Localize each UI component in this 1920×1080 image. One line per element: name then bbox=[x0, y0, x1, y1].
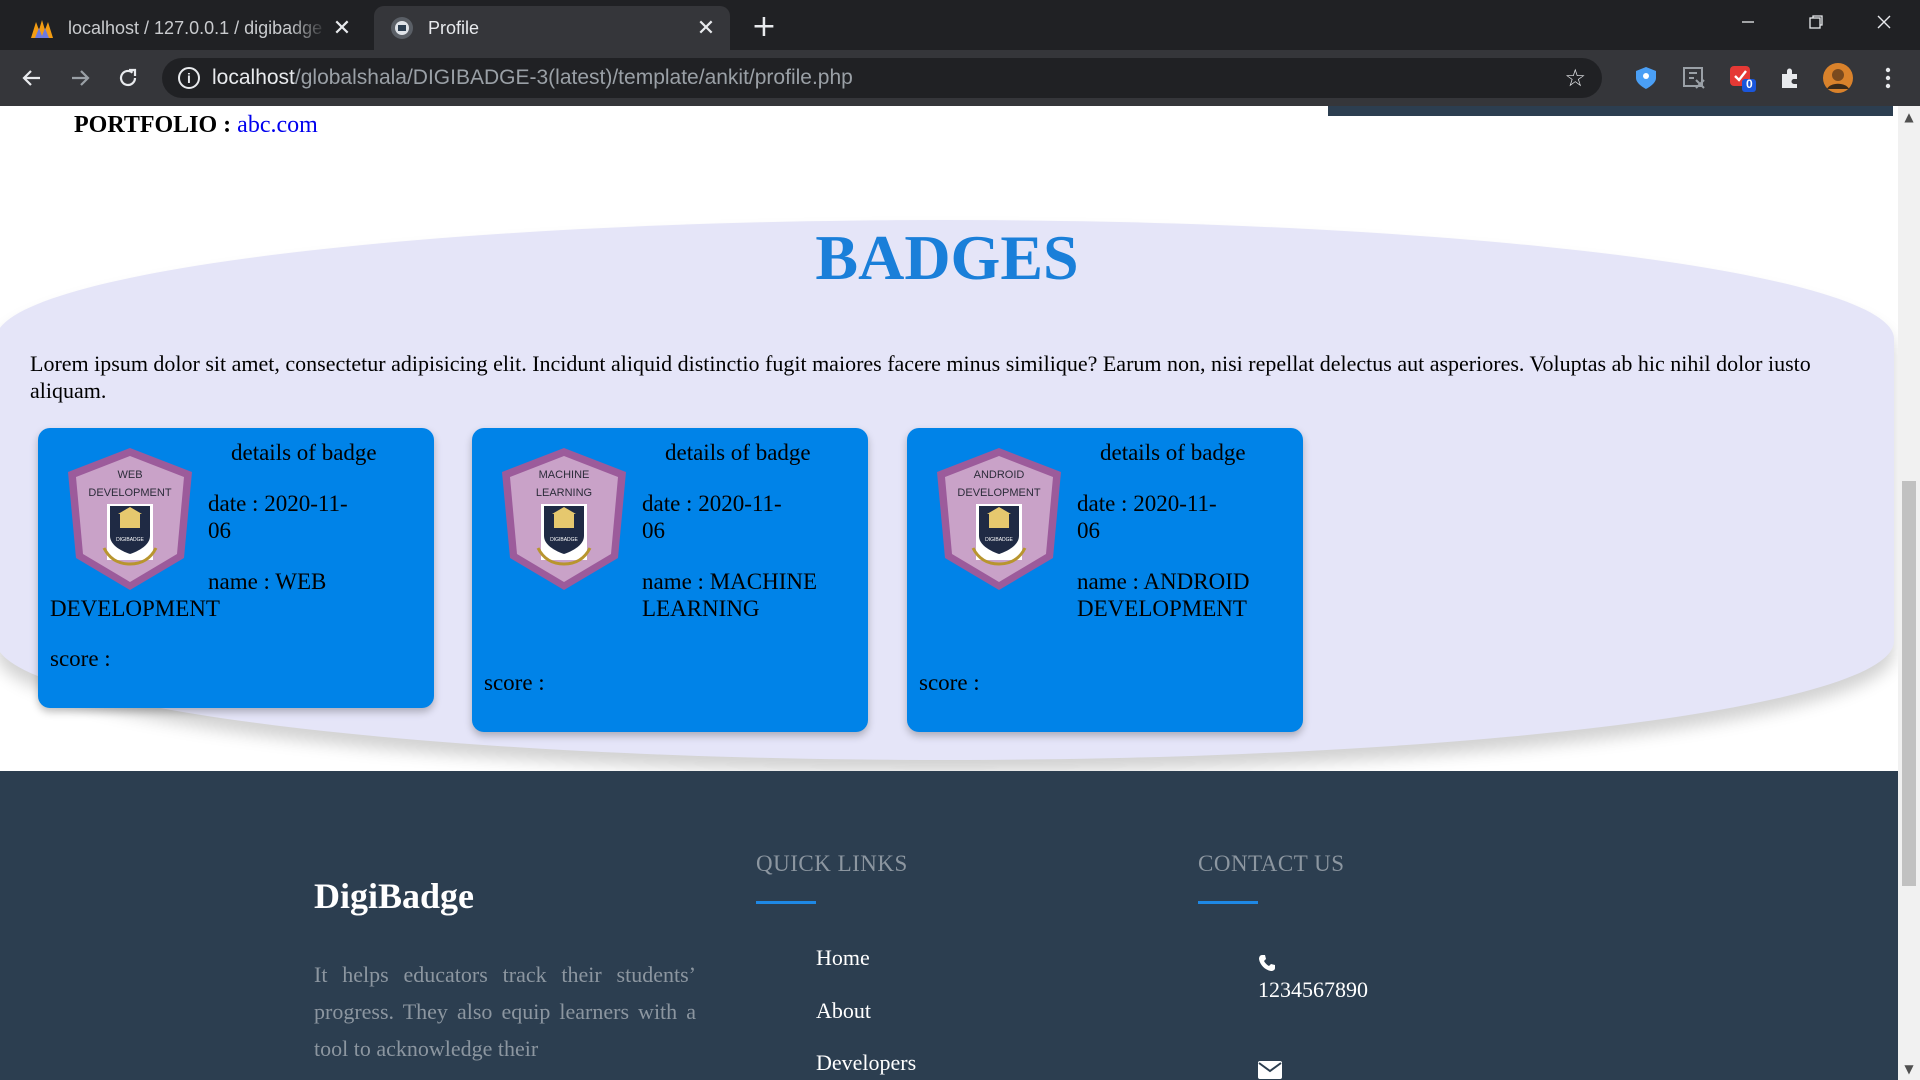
badge-name: name : MACHINE LEARNING bbox=[642, 569, 818, 621]
extension-grey[interactable] bbox=[1678, 62, 1710, 94]
emblem-line1: MACHINE bbox=[539, 469, 590, 481]
portfolio-link[interactable]: abc.com bbox=[237, 112, 318, 138]
tab-profile[interactable]: Profile ✕ bbox=[374, 6, 730, 50]
minimize-icon bbox=[1742, 21, 1754, 23]
envelope-icon bbox=[1258, 1061, 1282, 1079]
reload-button[interactable] bbox=[110, 60, 146, 96]
emblem-line1: WEB bbox=[117, 469, 142, 481]
close-icon bbox=[1877, 15, 1891, 29]
tab-title: localhost / 127.0.0.1 / digibadge bbox=[68, 17, 323, 38]
header-edge bbox=[1328, 106, 1893, 116]
badge-name-block: name : WEB DEVELOPMENT bbox=[50, 568, 420, 622]
phpmyadmin-icon bbox=[31, 20, 53, 38]
browser-tab-bar: localhost / 127.0.0.1 / digibadge ✕ Prof… bbox=[0, 0, 1920, 50]
emblem-brand: DIGIBADGE bbox=[985, 537, 1013, 543]
badge-score: score : bbox=[484, 670, 545, 695]
badge-name-block: name : ANDROID DEVELOPMENT bbox=[919, 568, 1289, 622]
badge-details-heading: details of badge bbox=[1100, 440, 1246, 465]
arrow-left-icon bbox=[22, 70, 40, 86]
badge-date: date : 2020-11-06 bbox=[1077, 491, 1217, 543]
restore-icon bbox=[1809, 15, 1823, 29]
browser-toolbar: i localhost/globalshala/DIGIBADGE-3(late… bbox=[0, 50, 1920, 106]
arrow-right-icon bbox=[72, 70, 90, 86]
badge-name: name : ANDROID DEVELOPMENT bbox=[1077, 569, 1250, 621]
profile-avatar[interactable] bbox=[1822, 62, 1854, 94]
address-bar[interactable]: i localhost/globalshala/DIGIBADGE-3(late… bbox=[162, 58, 1602, 98]
site-footer: DigiBadge It helps educators track their… bbox=[0, 771, 1898, 1080]
url-host: localhost bbox=[212, 66, 295, 89]
badge-card[interactable]: MACHINE LEARNING DIGIBADGE details of ba… bbox=[472, 428, 868, 732]
emblem-brand: DIGIBADGE bbox=[550, 537, 578, 543]
badge-details-heading: details of badge bbox=[665, 440, 811, 465]
close-window-button[interactable] bbox=[1852, 0, 1916, 44]
badge-name-block: name : MACHINE LEARNING bbox=[484, 568, 854, 622]
extension-shield[interactable] bbox=[1630, 62, 1662, 94]
reload-icon bbox=[119, 68, 137, 87]
more-vertical-icon bbox=[1885, 67, 1891, 89]
avatar bbox=[1823, 63, 1853, 93]
badges-description: Lorem ipsum dolor sit amet, consectetur … bbox=[30, 351, 1811, 403]
badges-title: BADGES bbox=[815, 222, 1079, 293]
emblem-line1: ANDROID bbox=[974, 469, 1025, 481]
tab-title: Profile bbox=[428, 17, 480, 38]
url-path: /globalshala/DIGIBADGE-3(latest)/templat… bbox=[294, 66, 853, 89]
footer-link-about[interactable]: About bbox=[816, 998, 871, 1024]
quick-links-underline bbox=[756, 901, 816, 904]
quick-links-heading: QUICK LINKS bbox=[756, 851, 908, 876]
restore-button[interactable] bbox=[1784, 0, 1848, 44]
emblem-brand: DIGIBADGE bbox=[116, 537, 144, 543]
close-tab-icon[interactable]: ✕ bbox=[692, 14, 720, 42]
url-text: localhost/globalshala/DIGIBADGE-3(latest… bbox=[212, 66, 853, 90]
footer-about-text: It helps educators track their students’… bbox=[314, 962, 696, 1061]
page-scrollbar[interactable]: ▲ ▼ bbox=[1898, 106, 1920, 1080]
blocked-grid-icon bbox=[1683, 67, 1705, 89]
badge-card[interactable]: WEB DEVELOPMENT DIGIBADGE details of bad… bbox=[38, 428, 434, 708]
tab-phpmyadmin[interactable]: localhost / 127.0.0.1 / digibadge ✕ bbox=[14, 6, 366, 50]
digibadge-favicon-icon bbox=[391, 17, 413, 39]
scroll-down-arrow-icon[interactable]: ▼ bbox=[1898, 1058, 1920, 1080]
browser-menu-button[interactable] bbox=[1872, 62, 1904, 94]
bookmark-star-icon[interactable]: ☆ bbox=[1564, 64, 1586, 92]
scrollbar-thumb[interactable] bbox=[1902, 481, 1916, 886]
badge-details-heading: details of badge bbox=[231, 440, 377, 465]
badge-card[interactable]: ANDROID DEVELOPMENT DIGIBADGE details of… bbox=[907, 428, 1303, 732]
badge-date: date : 2020-11-06 bbox=[208, 491, 348, 543]
extensions-button[interactable] bbox=[1774, 62, 1806, 94]
footer-brand: DigiBadge bbox=[314, 876, 475, 916]
emblem-line2: DEVELOPMENT bbox=[957, 487, 1040, 499]
back-button[interactable] bbox=[14, 60, 50, 96]
badge-score: score : bbox=[50, 646, 111, 671]
footer-link-home[interactable]: Home bbox=[816, 945, 870, 971]
close-tab-icon[interactable]: ✕ bbox=[328, 14, 356, 42]
extension-red[interactable]: 0 bbox=[1726, 62, 1758, 94]
footer-link-developers[interactable]: Developers bbox=[816, 1050, 916, 1076]
emblem-line2: LEARNING bbox=[536, 487, 592, 499]
contact-underline bbox=[1198, 901, 1258, 904]
forward-button[interactable] bbox=[62, 60, 98, 96]
contact-phone: 1234567890 bbox=[1258, 977, 1368, 1002]
badge-date: date : 2020-11-06 bbox=[642, 491, 782, 543]
extension-badge-count: 0 bbox=[1746, 77, 1753, 91]
contact-heading: CONTACT US bbox=[1198, 851, 1345, 876]
puzzle-piece-icon bbox=[1782, 68, 1797, 88]
page-viewport: PORTFOLIO : abc.com BADGES Lorem ipsum d… bbox=[0, 106, 1898, 1080]
portfolio-label: PORTFOLIO : bbox=[74, 112, 232, 138]
portfolio-row: PORTFOLIO : abc.com bbox=[74, 112, 318, 139]
shield-icon bbox=[1636, 67, 1656, 89]
badge-score: score : bbox=[919, 670, 980, 695]
new-tab-button[interactable]: + bbox=[748, 9, 780, 44]
site-info-icon[interactable]: i bbox=[178, 67, 200, 89]
phone-icon bbox=[1259, 955, 1275, 971]
emblem-line2: DEVELOPMENT bbox=[88, 487, 171, 499]
scroll-up-arrow-icon[interactable]: ▲ bbox=[1898, 106, 1920, 128]
minimize-button[interactable] bbox=[1716, 0, 1780, 44]
